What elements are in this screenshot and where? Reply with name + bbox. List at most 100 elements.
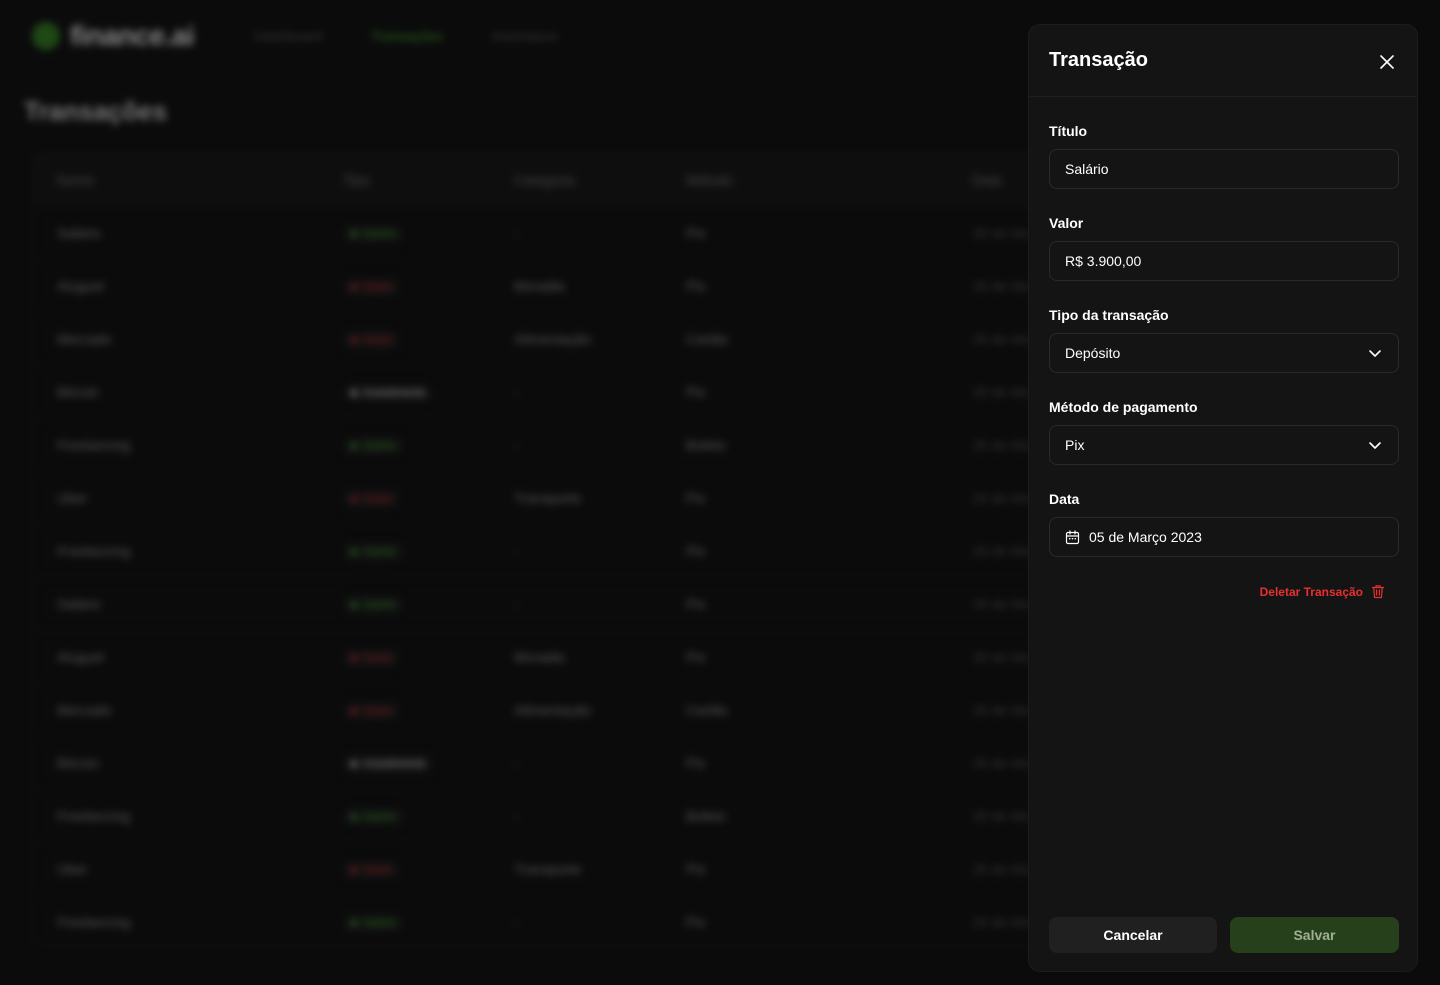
cell-metodo: Pix: [686, 543, 706, 559]
table-header: Nome Tipo Categoria Método Data: [33, 154, 1071, 206]
cell-nome: Aluguel: [57, 278, 104, 294]
cell-tipo: Gasto: [343, 489, 514, 508]
type-badge-label: Gasto: [363, 863, 393, 876]
status-dot-icon: [351, 283, 357, 290]
type-badge-label: Gasto: [363, 492, 393, 505]
cell-tipo: Gasto: [343, 277, 514, 296]
table-row[interactable]: Freelancing Ganho - Boleto 28 de Ma: [33, 789, 1071, 842]
cell-nome: Uber: [57, 861, 88, 877]
cell-metodo: Cartão: [686, 702, 729, 718]
chevron-down-icon: [1369, 442, 1381, 449]
type-badge: Ganho: [343, 807, 405, 826]
type-badge: Investimento: [343, 754, 434, 773]
cell-tipo: Ganho: [343, 542, 514, 561]
type-badge-label: Investimento: [363, 757, 426, 770]
cell-tipo: Gasto: [343, 860, 514, 879]
delete-transaction-label: Deletar Transação: [1259, 584, 1363, 599]
cell-tipo: Gasto: [343, 330, 514, 349]
metodo-select[interactable]: Pix: [1049, 425, 1399, 465]
metodo-value: Pix: [1065, 437, 1085, 453]
table-row[interactable]: Freelancing Ganho - Pix 28 de Ma: [33, 524, 1071, 577]
header-categoria: Categoria: [514, 172, 575, 188]
type-badge: Gasto: [343, 701, 401, 720]
sheet-header: Transação: [1029, 25, 1417, 97]
cell-metodo: Boleto: [686, 437, 726, 453]
table-row[interactable]: Salário Ganho - Pix 28 de Ma: [33, 577, 1071, 630]
valor-input[interactable]: R$ 3.900,00: [1049, 241, 1399, 281]
cell-categoria: Moradia: [514, 649, 565, 665]
nav-transacoes[interactable]: Transações: [371, 28, 444, 44]
cell-nome: Bitcoin: [57, 755, 100, 771]
close-icon: [1380, 55, 1394, 69]
transactions-table: Nome Tipo Categoria Método Data Salário G…: [32, 153, 1072, 947]
cell-categoria: -: [514, 543, 519, 559]
table-row[interactable]: Aluguel Gasto Moradia Pix 28 de Ma: [33, 259, 1071, 312]
date-picker-button[interactable]: 05 de Março 2023: [1049, 517, 1399, 557]
header-metodo: Método: [686, 172, 733, 188]
cell-categoria: -: [514, 225, 519, 241]
type-badge-label: Gasto: [363, 651, 393, 664]
cell-tipo: Ganho: [343, 224, 514, 243]
type-badge: Ganho: [343, 913, 405, 932]
type-badge-label: Investimento: [363, 386, 426, 399]
status-dot-icon: [351, 230, 357, 237]
titulo-input[interactable]: Salário: [1049, 149, 1399, 189]
cell-categoria: -: [514, 755, 519, 771]
nav-assinatura[interactable]: Assinatura: [491, 28, 557, 44]
status-dot-icon: [351, 654, 357, 661]
cancel-button[interactable]: Cancelar: [1049, 917, 1217, 953]
cell-tipo: Ganho: [343, 436, 514, 455]
cell-nome: Bitcoin: [57, 384, 100, 400]
page-title: Transações: [24, 96, 168, 126]
cell-metodo: Pix: [686, 914, 706, 930]
cell-metodo: Pix: [686, 861, 706, 877]
close-button[interactable]: [1377, 52, 1397, 72]
cell-nome: Freelancing: [57, 543, 131, 559]
chevron-down-icon: [1369, 350, 1381, 357]
tipo-label: Tipo da transação: [1049, 307, 1169, 323]
cell-tipo: Gasto: [343, 648, 514, 667]
table-row[interactable]: Uber Gasto Transporte Pix 28 de Ma: [33, 842, 1071, 895]
table-row[interactable]: Freelancing Ganho - Pix 28 de Ma: [33, 895, 1071, 946]
tipo-select[interactable]: Depósito: [1049, 333, 1399, 373]
type-badge-label: Ganho: [363, 227, 397, 240]
status-dot-icon: [351, 919, 357, 926]
type-badge: Investimento: [343, 383, 434, 402]
table-row[interactable]: Bitcoin Investimento - Pix 28 de Ma: [33, 365, 1071, 418]
type-badge: Gasto: [343, 489, 401, 508]
table-row[interactable]: Bitcoin Investimento - Pix 28 de Ma: [33, 736, 1071, 789]
table-row[interactable]: Freelancing Ganho - Boleto 28 de Ma: [33, 418, 1071, 471]
nav-dashboard[interactable]: Dashboard: [254, 28, 323, 44]
data-value: 05 de Março 2023: [1089, 529, 1202, 545]
trash-icon: [1371, 585, 1385, 599]
type-badge-label: Gasto: [363, 704, 393, 717]
cell-tipo: Investimento: [343, 383, 514, 402]
table-row[interactable]: Salário Ganho - Pix 28 de Ma: [33, 206, 1071, 259]
cell-categoria: Transporte: [514, 490, 582, 506]
type-badge-label: Ganho: [363, 810, 397, 823]
cell-nome: Freelancing: [57, 808, 131, 824]
cell-nome: Freelancing: [57, 437, 131, 453]
table-row[interactable]: Mercado Gasto Alimentação Cartão 28 de Ma: [33, 683, 1071, 736]
cell-metodo: Pix: [686, 490, 706, 506]
cell-nome: Freelancing: [57, 914, 131, 930]
status-dot-icon: [351, 601, 357, 608]
cell-metodo: Boleto: [686, 808, 726, 824]
table-row[interactable]: Mercado Gasto Alimentação Cartão 28 de Ma: [33, 312, 1071, 365]
titulo-value: Salário: [1065, 161, 1109, 177]
cell-tipo: Ganho: [343, 807, 514, 826]
table-row[interactable]: Uber Gasto Transporte Pix 28 de Ma: [33, 471, 1071, 524]
type-badge-label: Gasto: [363, 280, 393, 293]
cell-nome: Mercado: [57, 331, 112, 347]
cell-categoria: Alimentação: [514, 331, 592, 347]
valor-value: R$ 3.900,00: [1065, 253, 1142, 269]
delete-transaction-button[interactable]: Deletar Transação: [1260, 584, 1385, 599]
type-badge-label: Ganho: [363, 439, 397, 452]
status-dot-icon: [351, 866, 357, 873]
cell-metodo: Pix: [686, 649, 706, 665]
save-button[interactable]: Salvar: [1230, 917, 1399, 953]
cell-nome: Salário: [57, 596, 101, 612]
main-nav: Dashboard Transações Assinatura: [254, 28, 557, 44]
cell-metodo: Pix: [686, 384, 706, 400]
table-row[interactable]: Aluguel Gasto Moradia Pix 28 de Ma: [33, 630, 1071, 683]
